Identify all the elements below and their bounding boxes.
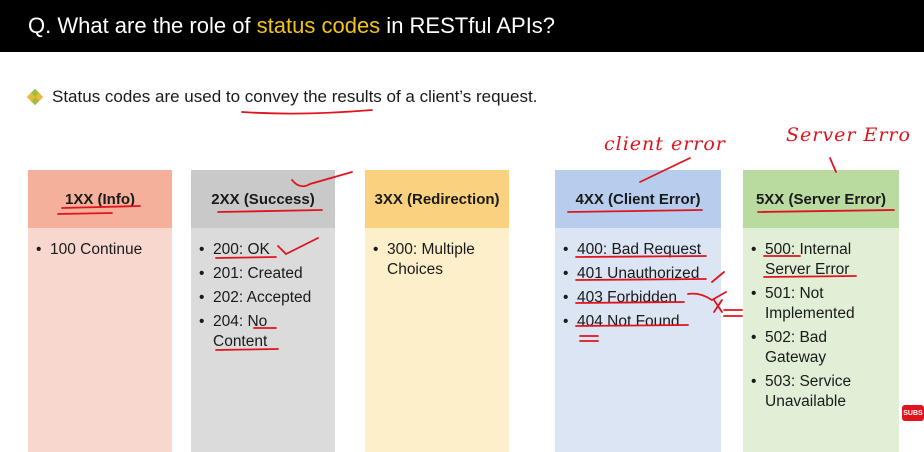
list-item: 503: Service Unavailable: [743, 372, 875, 412]
list-item: 401 Unauthorized: [555, 264, 721, 284]
title-suffix: in RESTful APIs?: [380, 13, 556, 38]
list-item: 201: Created: [191, 264, 335, 284]
title-prefix: Q. What are the role of: [28, 13, 257, 38]
column-5xx: 5XX (Server Error) 500: Internal Server …: [743, 170, 899, 452]
list-item: 100 Continue: [28, 240, 172, 260]
list-item: 501: Not Implemented: [743, 284, 875, 324]
slide-title: Q. What are the role of status codes in …: [28, 13, 555, 39]
list-item: 500: Internal Server Error: [743, 240, 875, 280]
ink-eq-5xx: [723, 309, 743, 317]
ink-underline-intro: [241, 109, 373, 115]
intro-bullet: Status codes are used to convey the resu…: [26, 86, 538, 108]
list-item: 300: Multiple Choices: [365, 240, 497, 280]
column-3xx: 3XX (Redirection) 300: Multiple Choices: [365, 170, 509, 452]
column-list-1xx: 100 Continue: [28, 228, 172, 260]
list-item: 502: Bad Gateway: [743, 328, 855, 368]
list-item: 403 Forbidden: [555, 288, 721, 308]
list-item: 202: Accepted: [191, 288, 335, 308]
list-item: 400: Bad Request: [555, 240, 721, 260]
annotation-server-error: Server Erro: [786, 124, 911, 146]
column-list-2xx: 200: OK 201: Created 202: Accepted 204: …: [191, 228, 335, 352]
title-bar: Q. What are the role of status codes in …: [0, 0, 924, 52]
title-highlight: status codes: [256, 13, 381, 38]
column-2xx: 2XX (Success) 200: OK 201: Created 202: …: [191, 170, 335, 452]
column-list-3xx: 300: Multiple Choices: [365, 228, 509, 280]
column-list-4xx: 400: Bad Request 401 Unauthorized 403 Fo…: [555, 228, 721, 332]
column-1xx: 1XX (Info) 100 Continue: [28, 170, 172, 452]
column-header-5xx: 5XX (Server Error): [743, 170, 899, 228]
column-header-2xx: 2XX (Success): [191, 170, 335, 228]
list-item: 204: No Content: [191, 312, 273, 352]
subscribe-badge[interactable]: SUBS: [902, 405, 924, 421]
column-header-3xx: 3XX (Redirection): [365, 170, 509, 228]
column-list-5xx: 500: Internal Server Error 501: Not Impl…: [743, 228, 899, 412]
diamond-bullet-icon: [26, 88, 44, 106]
list-item: 404 Not Found: [555, 312, 721, 332]
column-header-4xx: 4XX (Client Error): [555, 170, 721, 228]
list-item: 200: OK: [191, 240, 335, 260]
annotation-client-error: client error: [604, 133, 726, 155]
column-header-1xx: 1XX (Info): [28, 170, 172, 228]
intro-text: Status codes are used to convey the resu…: [52, 87, 538, 106]
column-4xx: 4XX (Client Error) 400: Bad Request 401 …: [555, 170, 721, 452]
